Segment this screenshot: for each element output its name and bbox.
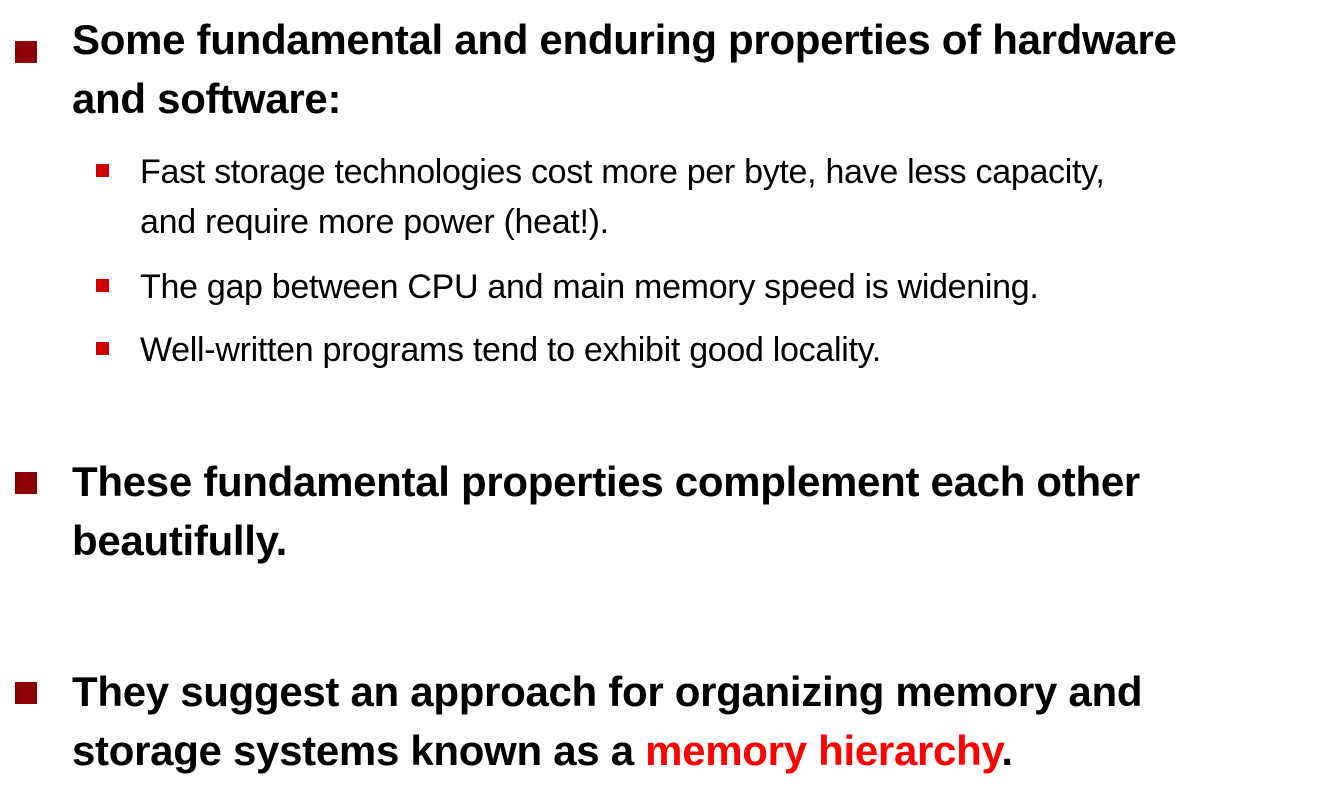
- sub-bullet-text: Fast storage technologies cost more per …: [140, 147, 1310, 247]
- square-bullet-icon: [96, 342, 109, 355]
- sub-bullet-text: Well-written programs tend to exhibit go…: [140, 325, 1310, 375]
- bullet-line: These fundamental properties complement …: [72, 458, 1140, 505]
- bullet-line: and software:: [72, 75, 342, 122]
- slide: Some fundamental and enduring properties…: [0, 0, 1317, 812]
- bullet-line: storage systems known as a memory hierar…: [72, 721, 1307, 780]
- square-bullet-icon: [96, 279, 109, 292]
- bullet-line-text: storage systems known as a: [72, 727, 646, 774]
- bullet-text: Some fundamental and enduring properties…: [72, 10, 1307, 128]
- square-bullet-icon: [96, 164, 109, 177]
- square-bullet-icon: [15, 41, 37, 63]
- sub-bullet-line: and require more power (heat!).: [140, 203, 609, 241]
- bullet-text: These fundamental properties complement …: [72, 452, 1307, 570]
- bullet-text: They suggest an approach for organizing …: [72, 662, 1307, 780]
- square-bullet-icon: [15, 682, 37, 704]
- sub-bullet-line: Fast storage technologies cost more per …: [140, 153, 1105, 191]
- bullet-line: Some fundamental and enduring properties…: [72, 16, 1177, 63]
- memory-hierarchy-highlight: memory hierarchy: [645, 727, 1002, 774]
- sub-bullet-text: The gap between CPU and main memory spee…: [140, 262, 1310, 312]
- bullet-line: They suggest an approach for organizing …: [72, 668, 1143, 715]
- bullet-line: beautifully.: [72, 517, 287, 564]
- sub-bullet-line: Well-written programs tend to exhibit go…: [140, 331, 881, 369]
- bullet-line-period: .: [1001, 727, 1013, 774]
- sub-bullet-line: The gap between CPU and main memory spee…: [140, 268, 1039, 306]
- square-bullet-icon: [15, 472, 37, 494]
